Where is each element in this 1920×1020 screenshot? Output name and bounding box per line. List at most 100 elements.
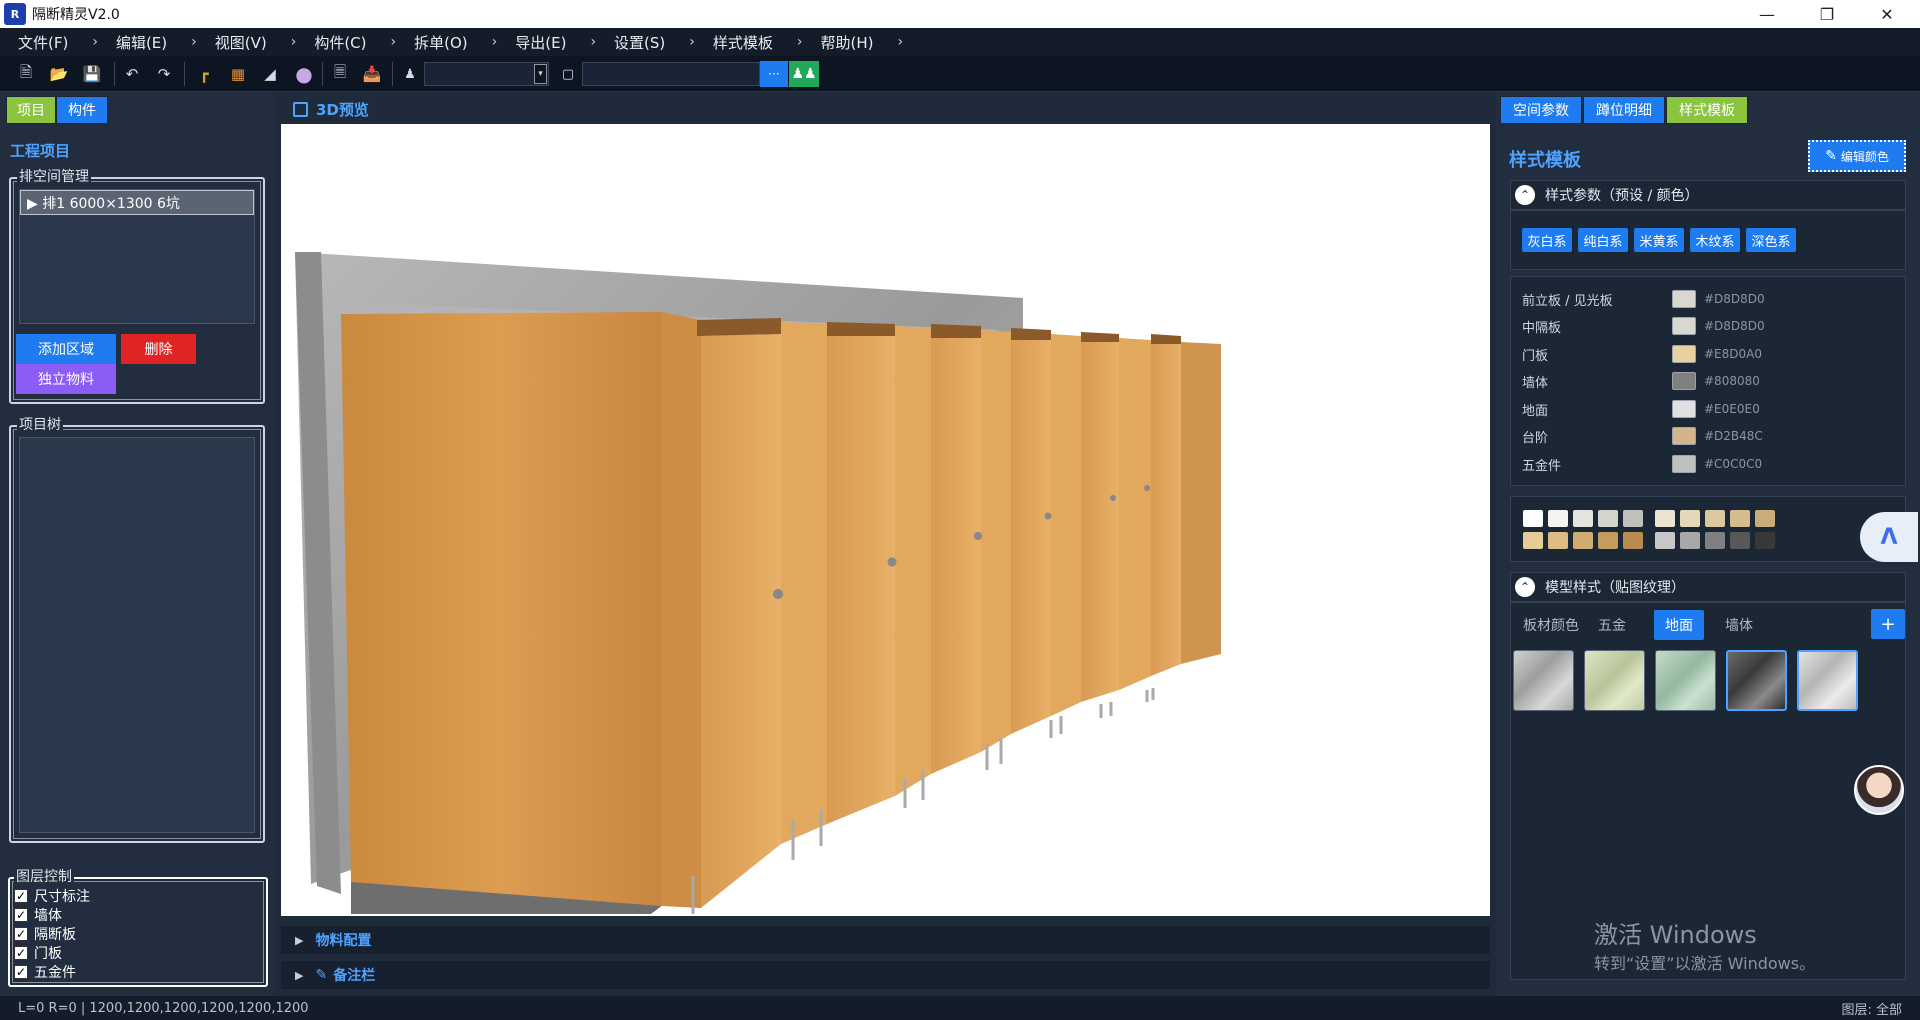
- tab-project[interactable]: 项目: [6, 96, 56, 124]
- restore-icon[interactable]: ❐: [1804, 0, 1850, 28]
- tab-stall-details[interactable]: 蹲位明细: [1583, 96, 1665, 124]
- more-button[interactable]: ···: [760, 61, 788, 87]
- layer-door-checkbox[interactable]: ✓ 门板: [14, 943, 90, 962]
- color-row-floor[interactable]: 地面 #E0E0E0: [1522, 396, 1902, 422]
- minimize-icon[interactable]: —: [1744, 0, 1790, 28]
- palette-swatch[interactable]: [1573, 510, 1593, 527]
- open-folder-icon[interactable]: 📂: [47, 62, 71, 86]
- texture-thumbnail-selected[interactable]: [1726, 650, 1787, 711]
- palette-swatch[interactable]: [1680, 510, 1700, 527]
- material-config-collapse[interactable]: ▶ 物料配置: [281, 926, 1490, 954]
- export-icon[interactable]: 📥: [360, 62, 384, 86]
- project-input[interactable]: [582, 62, 760, 86]
- palette-swatch[interactable]: [1523, 510, 1543, 527]
- 3d-viewport[interactable]: [281, 124, 1490, 916]
- list-item[interactable]: ▶ 排1 6000×1300 6坑: [20, 190, 254, 215]
- preset-gray-white[interactable]: 灰白系: [1522, 228, 1572, 252]
- edit-color-button[interactable]: ✎ 编辑颜色: [1808, 140, 1906, 172]
- close-icon[interactable]: ✕: [1864, 0, 1910, 28]
- color-row-door[interactable]: 门板 #E8D0A0: [1522, 341, 1902, 367]
- palette-swatch[interactable]: [1730, 510, 1750, 527]
- angle-tool-icon[interactable]: ◢: [258, 62, 282, 86]
- preset-dark[interactable]: 深色系: [1746, 228, 1796, 252]
- preset-wood[interactable]: 木纹系: [1690, 228, 1740, 252]
- menu-split-order[interactable]: 拆单(O) ›: [414, 28, 515, 56]
- model-tab-wall[interactable]: 墙体: [1714, 610, 1764, 640]
- palette-swatch[interactable]: [1523, 532, 1543, 549]
- layer-hardware-checkbox[interactable]: ✓ 五金件: [14, 962, 90, 981]
- palette-swatch[interactable]: [1623, 510, 1643, 527]
- redo-icon[interactable]: ↷: [152, 62, 176, 86]
- texture-thumbnail[interactable]: [1655, 650, 1716, 711]
- color-swatch[interactable]: [1672, 290, 1696, 308]
- menu-style-template[interactable]: 样式模板 ›: [713, 28, 821, 56]
- palette-swatch[interactable]: [1573, 532, 1593, 549]
- palette-swatch[interactable]: [1705, 510, 1725, 527]
- model-tab-hardware[interactable]: 五金: [1592, 610, 1632, 640]
- tab-component[interactable]: 构件: [56, 96, 108, 124]
- palette-swatch[interactable]: [1623, 532, 1643, 549]
- calculator-icon[interactable]: 🗏: [328, 62, 352, 86]
- preset-pure-white[interactable]: 纯白系: [1578, 228, 1628, 252]
- palette-swatch[interactable]: [1655, 532, 1675, 549]
- menu-file[interactable]: 文件(F) ›: [18, 28, 116, 56]
- project-tree[interactable]: [19, 437, 255, 833]
- assistant-avatar[interactable]: [1854, 765, 1904, 815]
- color-row-step[interactable]: 台阶 #D2B48C: [1522, 423, 1902, 449]
- palette-swatch[interactable]: [1755, 510, 1775, 527]
- palette-swatch[interactable]: [1680, 532, 1700, 549]
- dropdown-arrow-icon[interactable]: ▾: [534, 64, 547, 84]
- palette-swatch[interactable]: [1598, 510, 1618, 527]
- color-swatch[interactable]: [1672, 400, 1696, 418]
- color-swatch[interactable]: [1672, 455, 1696, 473]
- texture-thumbnail[interactable]: [1797, 650, 1858, 711]
- palette-swatch[interactable]: [1755, 532, 1775, 549]
- palette-swatch[interactable]: [1548, 510, 1568, 527]
- users-group-icon[interactable]: ♟♟: [789, 61, 819, 87]
- color-swatch[interactable]: [1672, 372, 1696, 390]
- door-tool-icon[interactable]: ▦: [226, 62, 250, 86]
- model-tab-board-color[interactable]: 板材颜色: [1516, 610, 1586, 640]
- menu-export[interactable]: 导出(E) ›: [515, 28, 614, 56]
- model-style-header[interactable]: ⌃ 模型样式（贴图纹理）: [1510, 572, 1906, 602]
- color-swatch[interactable]: [1672, 317, 1696, 335]
- menu-component[interactable]: 构件(C) ›: [314, 28, 414, 56]
- style-params-header[interactable]: ⌃ 样式参数（预设 / 颜色）: [1510, 180, 1906, 210]
- texture-thumbnail[interactable]: [1584, 650, 1645, 711]
- tab-style-template[interactable]: 样式模板: [1666, 96, 1748, 124]
- texture-thumbnail[interactable]: [1513, 650, 1574, 711]
- menu-view[interactable]: 视图(V) ›: [215, 28, 315, 56]
- palette-swatch[interactable]: [1548, 532, 1568, 549]
- dimension-tool-icon[interactable]: ┏: [192, 62, 216, 86]
- color-row-front-panel[interactable]: 前立板 / 见光板 #D8D8D0: [1522, 286, 1902, 312]
- color-row-middle-panel[interactable]: 中隔板 #D8D8D0: [1522, 313, 1902, 339]
- user-select[interactable]: [424, 62, 549, 86]
- tab-space-params[interactable]: 空间参数: [1500, 96, 1582, 124]
- notes-collapse[interactable]: ▶ ✎ 备注栏: [281, 961, 1490, 989]
- menu-help[interactable]: 帮助(H) ›: [821, 28, 922, 56]
- color-row-wall[interactable]: 墙体 #808080: [1522, 368, 1902, 394]
- palette-swatch[interactable]: [1598, 532, 1618, 549]
- material-ball-icon[interactable]: ●: [292, 62, 316, 86]
- ai-assistant-icon[interactable]: Λ: [1860, 512, 1918, 562]
- palette-swatch[interactable]: [1730, 532, 1750, 549]
- color-swatch[interactable]: [1672, 345, 1696, 363]
- color-row-hardware[interactable]: 五金件 #C0C0C0: [1522, 451, 1902, 477]
- model-tab-floor[interactable]: 地面: [1654, 610, 1704, 640]
- undo-icon[interactable]: ↶: [120, 62, 144, 86]
- add-texture-button[interactable]: +: [1871, 609, 1905, 639]
- menu-settings[interactable]: 设置(S) ›: [614, 28, 713, 56]
- save-icon[interactable]: 💾: [80, 62, 104, 86]
- palette-swatch[interactable]: [1655, 510, 1675, 527]
- add-area-button[interactable]: 添加区域: [16, 334, 116, 364]
- palette-swatch[interactable]: [1705, 532, 1725, 549]
- layer-wall-checkbox[interactable]: ✓ 墙体: [14, 905, 90, 924]
- menu-edit[interactable]: 编辑(E) ›: [116, 28, 215, 56]
- layer-dimension-checkbox[interactable]: ✓ 尺寸标注: [14, 886, 90, 905]
- new-file-icon[interactable]: 🗎: [14, 62, 38, 86]
- layer-partition-checkbox[interactable]: ✓ 隔断板: [14, 924, 90, 943]
- delete-button[interactable]: 删除: [121, 334, 196, 364]
- preset-beige[interactable]: 米黄系: [1634, 228, 1684, 252]
- color-swatch[interactable]: [1672, 427, 1696, 445]
- standalone-material-button[interactable]: 独立物料: [16, 364, 116, 394]
